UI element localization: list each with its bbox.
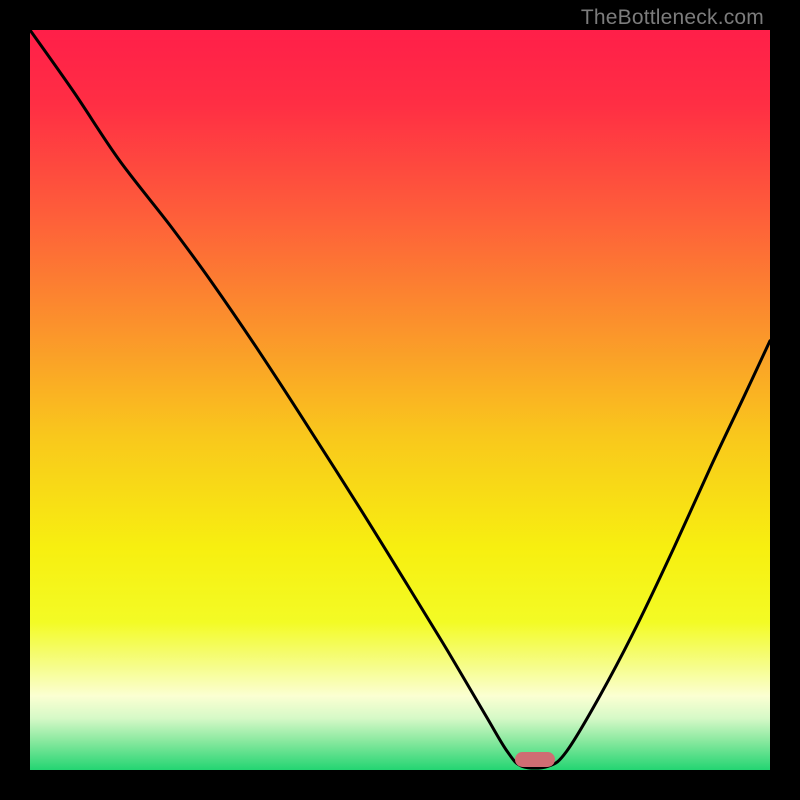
background-gradient: [30, 30, 770, 770]
plot-area: [30, 30, 770, 770]
outer-frame: TheBottleneck.com: [0, 0, 800, 800]
watermark-text: TheBottleneck.com: [581, 6, 764, 30]
optimal-marker: [515, 752, 555, 767]
